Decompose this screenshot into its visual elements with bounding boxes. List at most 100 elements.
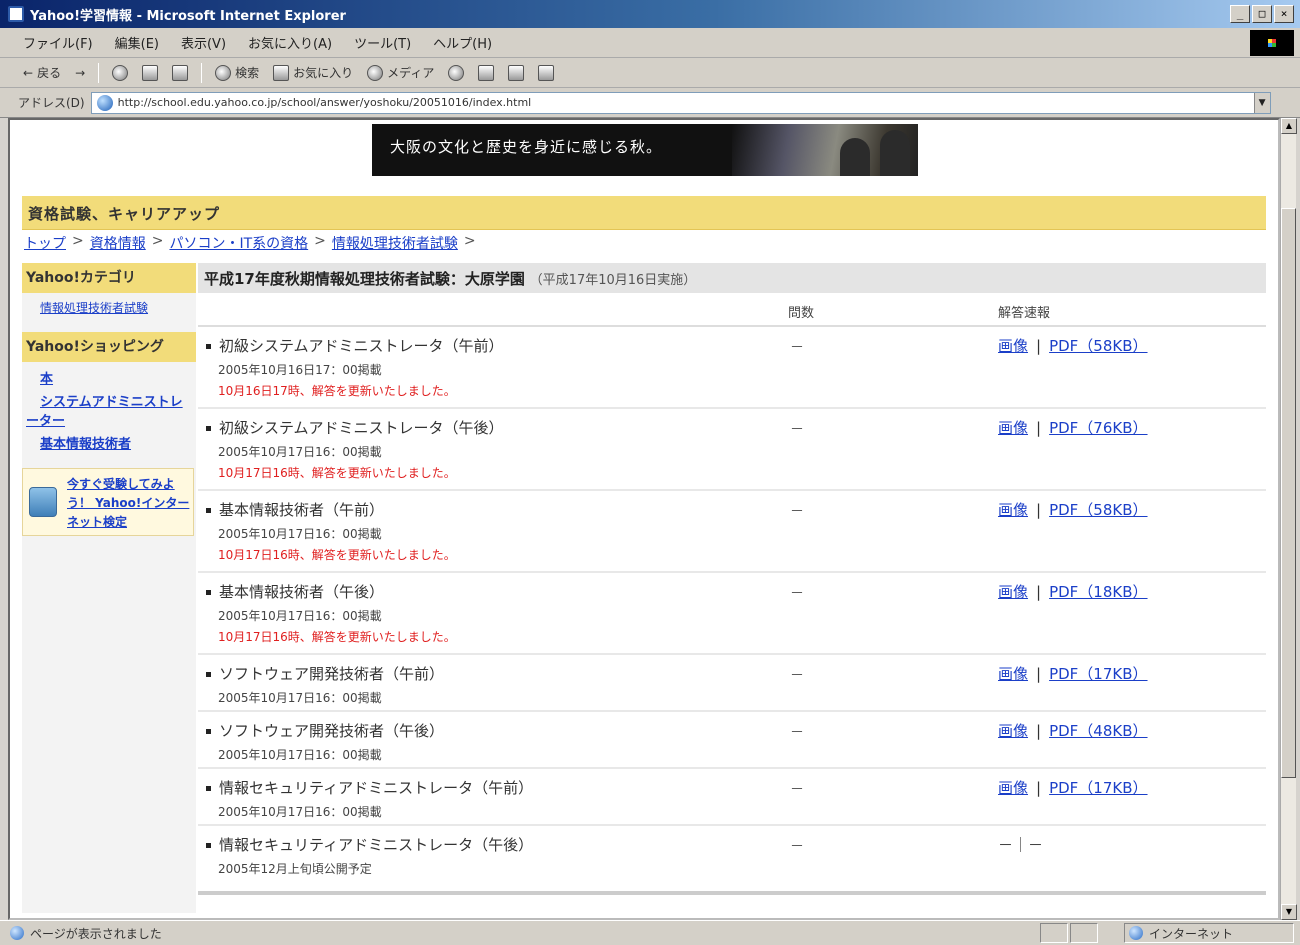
bottom-divider	[198, 891, 1266, 895]
media-label: メディア	[387, 66, 435, 80]
print-icon	[508, 64, 525, 81]
search-button[interactable]: 検索	[210, 62, 264, 83]
windows-logo-icon	[1250, 30, 1294, 56]
forward-button[interactable]: →	[70, 64, 90, 82]
answer-pdf-link[interactable]: PDF（18KB）	[1049, 583, 1147, 601]
answer-image-link[interactable]: 画像	[998, 722, 1028, 740]
posted-date: 2005年10月16日17：00掲載	[218, 363, 382, 377]
breadcrumb-separator: >	[314, 233, 326, 249]
banner-text: 大阪の文化と歴史を身近に感じる秋。	[390, 138, 663, 156]
table-row: 情報セキュリティアドミニストレータ（午前） 2005年10月17日16：00掲載…	[198, 769, 1266, 826]
maximize-button[interactable]: □	[1252, 5, 1272, 23]
search-icon	[215, 64, 232, 81]
status-text: ページが表示されました	[30, 926, 162, 941]
table-row: 初級システムアドミニストレータ（午後） 2005年10月17日16：00掲載 1…	[198, 409, 1266, 491]
star-icon	[273, 64, 290, 81]
answer-image-link[interactable]: 画像	[998, 419, 1028, 437]
mail-icon	[478, 64, 495, 81]
answer-pdf-link[interactable]: PDF（17KB）	[1049, 779, 1147, 797]
vertical-scrollbar[interactable]: ▲ ▼	[1280, 118, 1297, 920]
sidebar-shopping-books[interactable]: 本	[22, 362, 196, 389]
answer-pdf-link[interactable]: PDF（76KB）	[1049, 419, 1147, 437]
toolbar-separator	[98, 62, 100, 83]
answer-image-link[interactable]: 画像	[998, 665, 1028, 683]
sidebar-shopping-sysadmin[interactable]: システムアドミニストレーター	[22, 389, 196, 431]
status-bar: ページが表示されました インターネット	[0, 920, 1300, 945]
menu-help[interactable]: ヘルプ(H)	[422, 33, 503, 52]
update-notice: 10月16日17時、解答を更新いたしました。	[218, 384, 456, 398]
mail-button[interactable]	[473, 63, 499, 83]
promo-link[interactable]: 今すぐ受験してみよう！ Yahoo!インターネット検定	[67, 475, 191, 532]
media-button[interactable]: メディア	[362, 62, 439, 83]
section-title: 資格試験、キャリアアップ	[22, 196, 1266, 230]
answer-pdf-link[interactable]: PDF（58KB）	[1049, 501, 1147, 519]
sidebar-shopping-fe[interactable]: 基本情報技術者	[22, 431, 196, 454]
sidebar-category-heading: Yahoo!カテゴリ	[22, 263, 196, 293]
scroll-up-icon[interactable]: ▲	[1281, 118, 1297, 134]
menu-tools[interactable]: ツール(T)	[343, 33, 422, 52]
address-dropdown-button[interactable]: ▼	[1253, 92, 1270, 113]
refresh-button[interactable]	[137, 63, 163, 83]
address-label: アドレス(D)	[18, 96, 85, 110]
breadcrumb-pc-it[interactable]: パソコン・IT系の資格	[169, 233, 308, 253]
address-input[interactable]	[117, 96, 1254, 109]
breadcrumb-top[interactable]: トップ	[24, 233, 66, 253]
promo-box[interactable]: 今すぐ受験してみよう！ Yahoo!インターネット検定	[22, 468, 194, 536]
answer-pdf-link[interactable]: PDF（48KB）	[1049, 722, 1147, 740]
update-notice: 10月17日16時、解答を更新いたしました。	[218, 466, 456, 480]
scroll-down-icon[interactable]: ▼	[1281, 904, 1297, 920]
back-button[interactable]: ← 戻る	[18, 62, 66, 83]
menu-file[interactable]: ファイル(F)	[12, 33, 104, 52]
refresh-icon	[142, 64, 159, 81]
posted-date: 2005年10月17日16：00掲載	[218, 445, 382, 459]
table-row: ソフトウェア開発技術者（午前） 2005年10月17日16：00掲載 － 画像 |…	[198, 655, 1266, 712]
favorites-label: お気に入り	[293, 66, 354, 80]
exam-name: 情報セキュリティアドミニストレータ（午後）	[206, 834, 533, 855]
posted-date: 2005年10月17日16：00掲載	[218, 748, 382, 762]
address-bar: アドレス(D) ▼	[0, 88, 1300, 118]
answer-pdf-link[interactable]: PDF（17KB）	[1049, 665, 1147, 683]
answer-image-link[interactable]: 画像	[998, 583, 1028, 601]
answer-image-link[interactable]: 画像	[998, 779, 1028, 797]
page-viewport: 大阪の文化と歴史を身近に感じる秋。 資格試験、キャリアアップ トップ > 資格情…	[8, 118, 1280, 920]
favorites-button[interactable]: お気に入り	[268, 62, 358, 83]
sidebar-category-link[interactable]: 情報処理技術者試験	[22, 293, 196, 332]
breadcrumb-qualifications[interactable]: 資格情報	[90, 233, 146, 253]
history-button[interactable]	[443, 63, 469, 83]
print-button[interactable]	[503, 63, 529, 83]
back-arrow-icon: ←	[23, 65, 34, 80]
internet-zone-icon	[1129, 926, 1143, 940]
answer-links: 画像 | PDF（58KB）	[998, 501, 1148, 519]
media-icon	[367, 64, 384, 81]
breadcrumb-separator: >	[151, 233, 164, 249]
update-notice: 10月17日16時、解答を更新いたしました。	[218, 630, 456, 644]
breadcrumb-it-exam[interactable]: 情報処理技術者試験	[332, 233, 458, 253]
exam-name: 情報セキュリティアドミニストレータ（午前）	[206, 777, 533, 798]
close-button[interactable]: ×	[1274, 5, 1294, 23]
answer-pdf-link[interactable]: PDF（58KB）	[1049, 337, 1147, 355]
update-notice: 10月17日16時、解答を更新いたしました。	[218, 548, 456, 562]
ad-banner[interactable]: 大阪の文化と歴史を身近に感じる秋。	[372, 124, 918, 176]
table-header: 問数 解答速報	[198, 293, 1266, 327]
stop-button[interactable]	[107, 63, 133, 83]
minimize-button[interactable]: _	[1230, 5, 1250, 23]
breadcrumb-separator: >	[72, 233, 84, 249]
answer-image-link[interactable]: 画像	[998, 337, 1028, 355]
scroll-thumb[interactable]	[1281, 208, 1296, 778]
posted-date: 2005年10月17日16：00掲載	[218, 805, 382, 819]
question-count: －	[790, 504, 804, 520]
exam-name: ソフトウェア開発技術者（午前）	[206, 663, 444, 684]
status-cell	[1070, 923, 1098, 943]
home-button[interactable]	[167, 63, 193, 83]
menu-favorites[interactable]: お気に入り(A)	[237, 33, 343, 52]
answer-links: 画像 | PDF（17KB）	[998, 665, 1148, 683]
edit-button[interactable]	[533, 63, 559, 83]
menu-view[interactable]: 表示(V)	[170, 33, 237, 52]
table-row: 情報セキュリティアドミニストレータ（午後） 2005年12月上旬頃公開予定 － …	[198, 826, 1266, 883]
answer-image-link[interactable]: 画像	[998, 501, 1028, 519]
status-cells	[1040, 923, 1100, 943]
exam-name: 初級システムアドミニストレータ（午前）	[206, 335, 504, 356]
menu-edit[interactable]: 編集(E)	[104, 33, 170, 52]
search-label: 検索	[235, 66, 260, 80]
toolbar: ← 戻る → 検索 お気に入り メディア	[0, 58, 1300, 88]
